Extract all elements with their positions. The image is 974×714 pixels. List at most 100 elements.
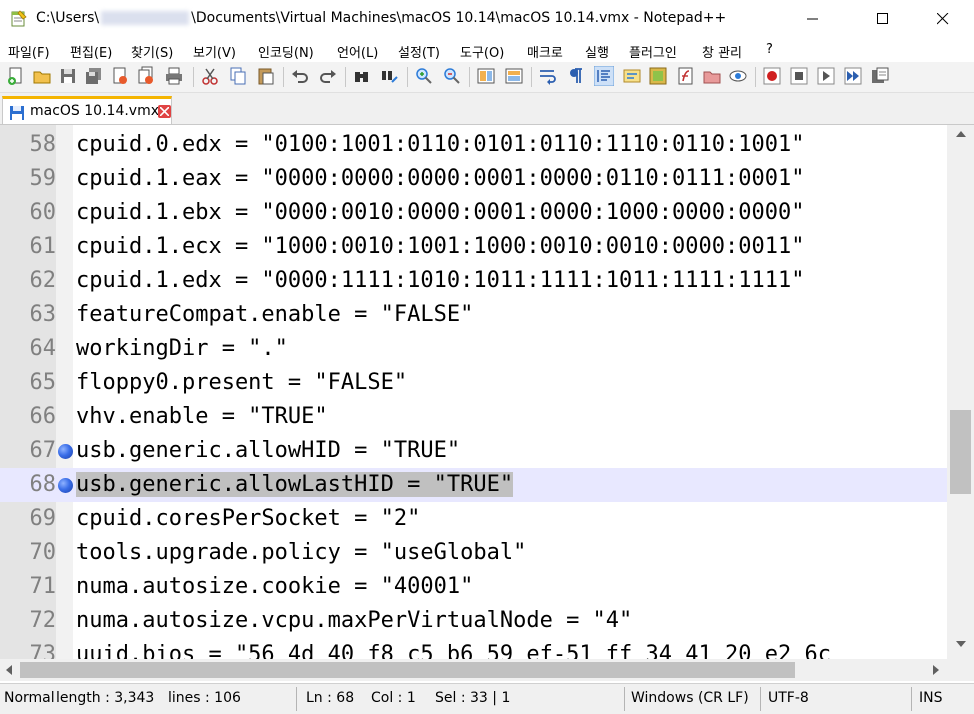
status-selection: Sel : 33 | 1: [435, 690, 511, 706]
redo-icon[interactable]: [318, 66, 338, 86]
line-text: workingDir = ".": [76, 336, 288, 361]
line-number: 70: [29, 540, 57, 565]
indent-guide-icon[interactable]: [594, 66, 614, 86]
menu-settings[interactable]: 설정(T): [398, 42, 440, 61]
playback-macro-icon[interactable]: [816, 66, 836, 86]
text-editor[interactable]: 58 cpuid.0.edx = "0100:1001:0110:0101:011…: [0, 125, 947, 659]
maximize-button[interactable]: [860, 0, 906, 38]
save-all-icon[interactable]: [84, 66, 104, 86]
line-text: cpuid.coresPerSocket = "2": [76, 506, 421, 531]
bookmark-icon[interactable]: [58, 444, 73, 459]
code-line[interactable]: 67 usb.generic.allowHID = "TRUE": [0, 434, 947, 468]
monitoring-icon[interactable]: [728, 66, 748, 86]
scroll-left-icon[interactable]: [6, 665, 12, 675]
code-line[interactable]: 71 numa.autosize.cookie = "40001": [0, 570, 947, 604]
zoom-out-icon[interactable]: [442, 66, 462, 86]
status-encoding[interactable]: UTF-8: [768, 690, 809, 706]
line-text: cpuid.1.eax = "0000:0000:0000:0001:0000:…: [76, 166, 805, 191]
stop-recording-icon[interactable]: [789, 66, 809, 86]
cut-icon[interactable]: [200, 66, 220, 86]
function-list-icon[interactable]: [676, 66, 696, 86]
code-line[interactable]: 60 cpuid.1.ebx = "0000:0010:0000:0001:000…: [0, 196, 947, 230]
line-number: 64: [29, 336, 57, 361]
word-wrap-icon[interactable]: [538, 66, 558, 86]
maximize-icon: [877, 13, 888, 24]
horizontal-scrollbar[interactable]: [0, 659, 947, 681]
menu-search[interactable]: 찾기(S): [131, 42, 173, 61]
bookmark-icon[interactable]: [58, 478, 73, 493]
tab-macos-vmx[interactable]: macOS 10.14.vmx: [2, 96, 172, 124]
paste-icon[interactable]: [256, 66, 276, 86]
code-line[interactable]: 70 tools.upgrade.policy = "useGlobal": [0, 536, 947, 570]
code-line[interactable]: 62 cpuid.1.edx = "0000:1111:1010:1011:111…: [0, 264, 947, 298]
vertical-scroll-thumb[interactable]: [950, 410, 971, 494]
menu-run[interactable]: 실행: [585, 42, 609, 61]
open-file-icon[interactable]: [32, 66, 52, 86]
status-insert-mode[interactable]: INS: [919, 690, 943, 706]
toolbar-separator: [193, 67, 194, 87]
toolbar-separator: [283, 67, 284, 87]
code-line[interactable]: 72 numa.autosize.vcpu.maxPerVirtualNode =…: [0, 604, 947, 638]
folder-as-workspace-icon[interactable]: [702, 66, 722, 86]
notepad-plus-plus-icon: [11, 10, 27, 27]
code-line[interactable]: 66 vhv.enable = "TRUE": [0, 400, 947, 434]
sync-horizontal-icon[interactable]: [504, 66, 524, 86]
undo-icon[interactable]: [290, 66, 310, 86]
status-bar: Normal length : 3,343 lines : 106 Ln : 6…: [0, 683, 974, 714]
scroll-right-icon[interactable]: [933, 665, 939, 675]
copy-icon[interactable]: [228, 66, 248, 86]
user-defined-language-icon[interactable]: [622, 66, 642, 86]
menu-encoding[interactable]: 인코딩(N): [258, 42, 314, 61]
scroll-up-icon[interactable]: [956, 131, 966, 137]
line-number: 72: [29, 608, 57, 633]
find-icon[interactable]: [352, 66, 372, 86]
code-line[interactable]: 64 workingDir = ".": [0, 332, 947, 366]
code-line[interactable]: 69 cpuid.coresPerSocket = "2": [0, 502, 947, 536]
save-macro-icon[interactable]: [870, 66, 890, 86]
menu-plugins[interactable]: 플러그인: [629, 42, 677, 61]
line-number: 58: [29, 132, 57, 157]
menu-edit[interactable]: 편집(E): [70, 42, 112, 61]
tab-close-button[interactable]: [158, 105, 171, 118]
code-line[interactable]: 65 floppy0.present = "FALSE": [0, 366, 947, 400]
zoom-in-icon[interactable]: [414, 66, 434, 86]
code-line[interactable]: 61 cpuid.1.ecx = "1000:0010:1001:1000:001…: [0, 230, 947, 264]
status-eol[interactable]: Windows (CR LF): [631, 690, 749, 706]
selected-text: usb.generic.allowLastHID = "TRUE": [76, 472, 514, 497]
current-line[interactable]: 68 usb.generic.allowLastHID = "TRUE": [0, 468, 947, 502]
status-doc-type: Normal: [4, 690, 55, 706]
record-macro-icon[interactable]: [762, 66, 782, 86]
line-number: 67: [29, 438, 57, 463]
status-separator: [760, 687, 761, 711]
code-line[interactable]: 59 cpuid.1.eax = "0000:0000:0000:0001:000…: [0, 162, 947, 196]
sync-vertical-icon[interactable]: [476, 66, 496, 86]
run-macro-multiple-icon[interactable]: [843, 66, 863, 86]
close-file-icon[interactable]: [110, 66, 130, 86]
scroll-down-icon[interactable]: [956, 641, 966, 647]
menu-macro[interactable]: 매크로: [527, 42, 563, 61]
code-line[interactable]: 58 cpuid.0.edx = "0100:1001:0110:0101:011…: [0, 128, 947, 162]
document-map-icon[interactable]: [648, 66, 668, 86]
line-number: 69: [29, 506, 57, 531]
menu-view[interactable]: 보기(V): [193, 42, 236, 61]
menu-help[interactable]: ?: [766, 42, 773, 57]
horizontal-scroll-thumb[interactable]: [20, 662, 795, 678]
code-line[interactable]: 73 uuid.bios = "56 4d 40 f8 c5 b6 59 ef-5…: [0, 638, 947, 659]
close-button[interactable]: [920, 0, 966, 38]
replace-icon[interactable]: [380, 66, 400, 86]
menu-file[interactable]: 파일(F): [8, 42, 50, 61]
close-all-icon[interactable]: [136, 66, 156, 86]
save-icon[interactable]: [58, 66, 78, 86]
window-title: C:\Users\ \Documents\Virtual Machines\mac…: [36, 10, 726, 26]
print-icon[interactable]: [164, 66, 184, 86]
menu-tools[interactable]: 도구(O): [460, 42, 504, 61]
code-line[interactable]: 63 featureCompat.enable = "FALSE": [0, 298, 947, 332]
show-all-characters-icon[interactable]: [566, 66, 586, 86]
minimize-button[interactable]: [790, 0, 836, 38]
menu-language[interactable]: 언어(L): [337, 42, 378, 61]
line-number: 62: [29, 268, 57, 293]
window-title-prefix: C:\Users\: [36, 10, 100, 26]
vertical-scrollbar[interactable]: [947, 125, 974, 659]
menu-window[interactable]: 창 관리: [702, 42, 742, 61]
new-file-icon[interactable]: [6, 66, 26, 86]
